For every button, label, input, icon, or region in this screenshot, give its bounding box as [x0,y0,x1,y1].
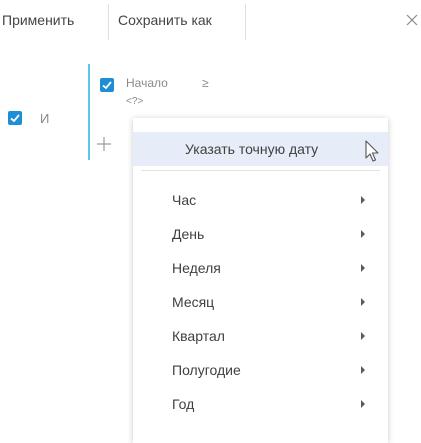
condition-operator[interactable]: ≥ [202,76,209,90]
menu-item-label: Полугодие [172,362,241,378]
menu-item-quarter[interactable]: Квартал [133,319,388,353]
menu-item-hour[interactable]: Час [133,183,388,217]
menu-item-exact-date[interactable]: Указать точную дату [133,132,388,166]
submenu-arrow-icon [361,196,365,204]
menu-item-day[interactable]: День [133,217,388,251]
toolbar-divider [245,4,246,40]
condition-value[interactable]: <?> [126,96,143,107]
menu-item-label: Указать точную дату [185,141,319,157]
menu-item-label: Неделя [172,260,221,276]
save-as-button[interactable]: Сохранить как [118,12,212,28]
menu-item-label: Месяц [172,294,215,310]
add-condition-icon[interactable] [96,136,112,152]
toolbar: Применить Сохранить как [0,0,421,46]
submenu-arrow-icon [361,298,365,306]
submenu-arrow-icon [361,264,365,272]
menu-item-label: День [172,226,205,242]
group-operator-label[interactable]: И [40,111,49,126]
menu-divider [141,170,380,171]
condition-checkbox[interactable] [100,78,114,92]
menu-item-year[interactable]: Год [133,387,388,421]
group-bracket [88,64,90,160]
toolbar-divider [108,4,109,40]
checkmark-icon [10,114,20,123]
condition-column[interactable]: Начало [126,76,168,90]
group-checkbox[interactable] [8,111,22,125]
mouse-cursor-icon [365,140,381,164]
date-context-menu: Указать точную дату Час День Неделя Меся… [133,118,388,443]
submenu-arrow-icon [361,366,365,374]
submenu-arrow-icon [361,230,365,238]
menu-item-week[interactable]: Неделя [133,251,388,285]
menu-item-label: Квартал [172,328,225,344]
checkmark-icon [102,81,112,90]
submenu-arrow-icon [361,400,365,408]
menu-item-half-year[interactable]: Полугодие [133,353,388,387]
submenu-arrow-icon [361,332,365,340]
close-icon[interactable] [404,12,420,28]
apply-button[interactable]: Применить [2,12,74,28]
menu-item-label: Год [172,396,195,412]
menu-item-month[interactable]: Месяц [133,285,388,319]
menu-item-label: Час [172,192,197,208]
